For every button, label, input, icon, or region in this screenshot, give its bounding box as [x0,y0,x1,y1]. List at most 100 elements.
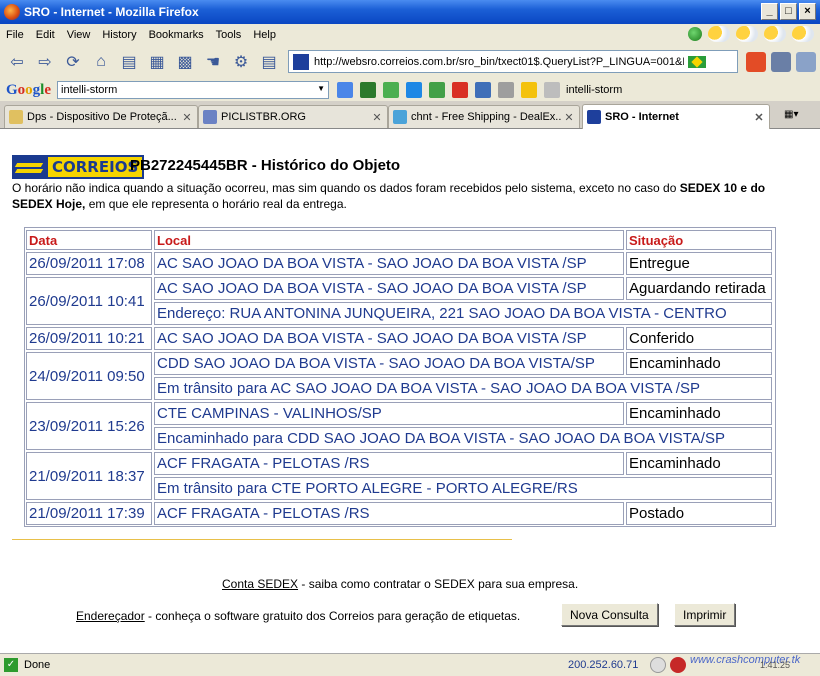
notice-pre: O horário não indica quando a situação o… [12,181,680,195]
back-icon[interactable]: ⇦ [6,51,28,73]
row-status: Entregue [626,252,772,275]
row-detail: Endereço: RUA ANTONINA JUNQUEIRA, 221 SA… [154,302,772,325]
firefox-icon [4,4,20,20]
window-titlebar[interactable]: SRO - Internet - Mozilla Firefox _ □ × [0,0,820,24]
row-date: 24/09/2011 09:50 [26,352,152,400]
google-search-input[interactable]: intelli-storm [57,81,330,99]
footer-conta-sedex: Conta SEDEX - saiba como contratar o SED… [222,577,578,591]
tab-favicon [393,110,407,124]
new-page-icon[interactable]: ▤ [118,51,140,73]
notice-post: em que ele representa o horário real da … [85,197,347,211]
tab-piclist[interactable]: PICLISTBR.ORG ✕ [198,105,388,128]
weather-icon [792,26,814,42]
conta-sedex-link[interactable]: Conta SEDEX [222,577,298,591]
weather-widget[interactable] [688,26,814,42]
url-bar[interactable]: http://websro.correios.com.br/sro_bin/tx… [288,50,738,73]
tab-sro[interactable]: SRO - Internet ✕ [582,104,770,129]
page-content: CORREIOS PB272245445BR - Histórico do Ob… [0,129,820,653]
chart-icon[interactable]: ▤ [258,51,280,73]
correios-mark-icon [12,155,46,179]
columns-icon[interactable] [796,52,816,72]
home-icon[interactable]: ⌂ [90,51,112,73]
tab-close-icon[interactable]: ✕ [562,111,576,124]
tab-favicon [587,110,601,124]
html5-icon[interactable] [746,52,766,72]
maximize-button[interactable]: □ [780,3,797,20]
menu-file[interactable]: File [6,29,24,41]
google-toolbar: Google intelli-storm intelli-storm [0,79,820,101]
brazil-flag-icon [688,55,706,68]
imprimir-button[interactable]: Imprimir [674,603,736,626]
tab-label: PICLISTBR.ORG [221,111,306,123]
menu-view[interactable]: View [67,29,91,41]
window-title: SRO - Internet - Mozilla Firefox [24,5,199,19]
row-status: Encaminhado [626,452,772,475]
divider [12,539,512,540]
status-text: Done [24,659,51,671]
tab-dealextreme[interactable]: chnt - Free Shipping - DealEx... ✕ [388,105,580,128]
table-row: 26/09/2011 17:08 AC SAO JOAO DA BOA VIST… [26,252,772,275]
tab-strip: Dps - Dispositivo De Proteçã... ✕ PICLIS… [0,103,820,129]
tab-label: SRO - Internet [605,111,679,123]
forward-icon[interactable]: ⇨ [34,51,56,73]
google-logo: Google [6,81,52,98]
close-button[interactable]: × [799,3,816,20]
tab-close-icon[interactable]: ✕ [370,111,384,124]
camera-icon[interactable] [406,82,423,98]
reload-icon[interactable]: ⟳ [62,51,84,73]
translate-icon[interactable] [475,82,492,98]
row-detail: Em trânsito para CTE PORTO ALEGRE - PORT… [154,477,772,500]
header-local: Local [154,230,624,250]
highlighter-icon[interactable] [521,82,538,98]
conta-sedex-text: - saiba como contratar o SEDEX para sua … [298,577,579,591]
table-row: 23/09/2011 15:26 CTE CAMPINAS - VALINHOS… [26,402,772,450]
menu-tools[interactable]: Tools [216,29,242,41]
google-search-icon[interactable] [337,82,354,98]
table-header-row: Data Local Situação [26,230,772,250]
menu-help[interactable]: Help [253,29,276,41]
tab-close-icon[interactable]: ✕ [752,111,766,124]
gmail-icon[interactable] [452,82,469,98]
tab-dps[interactable]: Dps - Dispositivo De Proteçã... ✕ [4,105,198,128]
menu-history[interactable]: History [102,29,136,41]
status-bar: ✓ Done 200.252.60.71 www.crashcomputer.t… [0,653,820,676]
row-status: Encaminhado [626,352,772,375]
table-row: 21/09/2011 17:39 ACF FRAGATA - PELOTAS /… [26,502,772,525]
nova-consulta-button[interactable]: Nova Consulta [561,603,658,626]
status-ip: 200.252.60.71 [568,659,639,671]
status-count: 1:41:25 [760,660,791,670]
bookmark-icon[interactable] [498,82,515,98]
status-circle-icon[interactable] [650,657,666,673]
enderecador-link[interactable]: Endereçador [76,609,145,623]
enderecador-text: - conheça o software gratuito dos Correi… [144,609,521,623]
grid-icon[interactable]: ▩ [174,51,196,73]
row-local: AC SAO JOAO DA BOA VISTA - SAO JOAO DA B… [154,327,624,350]
page-title-suffix: - Histórico do Objeto [247,157,401,174]
search-icon[interactable] [544,82,561,98]
row-date: 26/09/2011 10:41 [26,277,152,325]
minimize-button[interactable]: _ [761,3,778,20]
site-favicon [293,53,309,70]
tab-favicon [9,110,23,124]
magnifier-icon[interactable] [360,82,377,98]
highlight-term[interactable]: intelli-storm [566,84,622,96]
table-row: 26/09/2011 10:21 AC SAO JOAO DA BOA VIST… [26,327,772,350]
url-input[interactable]: http://websro.correios.com.br/sro_bin/tx… [314,56,684,68]
tab-close-icon[interactable]: ✕ [180,111,194,124]
tab-label: chnt - Free Shipping - DealEx... [411,111,562,123]
printer-icon[interactable] [771,52,791,72]
puzzle-icon[interactable] [383,82,400,98]
correios-logo: CORREIOS [12,155,145,179]
menu-bar: File Edit View History Bookmarks Tools H… [0,24,820,45]
navigation-toolbar: ⇦ ⇨ ⟳ ⌂ ▤ ▦ ▩ ☚ ⚙ ▤ http://websro.correi… [0,45,820,79]
menu-bookmarks[interactable]: Bookmarks [149,29,204,41]
adblock-icon[interactable] [670,657,686,673]
menu-edit[interactable]: Edit [36,29,55,41]
row-detail: Encaminhado para CDD SAO JOAO DA BOA VIS… [154,427,772,450]
list-all-tabs-icon[interactable]: ▦▾ [784,109,814,123]
layout-icon[interactable]: ▦ [146,51,168,73]
globe-icon [688,27,702,41]
hand-icon[interactable]: ☚ [202,51,224,73]
chat-icon[interactable] [429,82,446,98]
gear-icon[interactable]: ⚙ [230,51,252,73]
